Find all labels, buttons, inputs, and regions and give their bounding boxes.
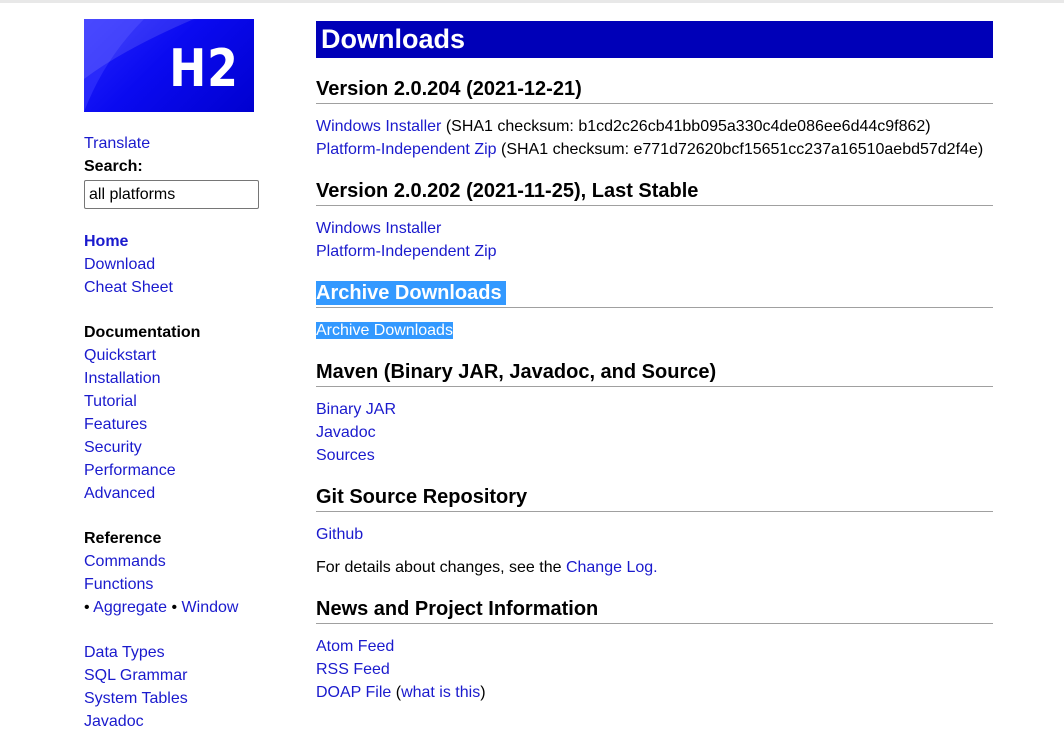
section-maven: Maven (Binary JAR, Javadoc, and Source) …	[316, 360, 993, 467]
top-divider	[0, 0, 1064, 3]
page-title: Downloads	[316, 21, 993, 58]
section-heading: Version 2.0.202 (2021-11-25), Last Stabl…	[316, 179, 993, 206]
nav-quickstart[interactable]: Quickstart	[84, 344, 284, 367]
changelog-paragraph: For details about changes, see the Chang…	[316, 556, 993, 579]
atom-feed-link[interactable]: Atom Feed	[316, 635, 993, 658]
bullet-icon: •	[84, 599, 90, 616]
section-heading: Archive Downloads	[316, 281, 993, 308]
sidebar: H2 Translate Search: Home Download Cheat…	[84, 19, 284, 733]
nav-cheat-sheet[interactable]: Cheat Sheet	[84, 276, 284, 299]
details-text: For details about changes, see the	[316, 559, 562, 576]
platform-zip-link[interactable]: Platform-Independent Zip	[316, 141, 497, 158]
bullet-icon: •	[171, 599, 178, 616]
functions-subnav: • Aggregate • Window	[84, 596, 284, 619]
section-heading: Version 2.0.204 (2021-12-21)	[316, 77, 993, 104]
binary-jar-link[interactable]: Binary JAR	[316, 398, 993, 421]
section-git: Git Source Repository Github For details…	[316, 485, 993, 579]
doap-row: DOAP File (what is this)	[316, 681, 993, 704]
reference-heading: Reference	[84, 530, 162, 547]
rss-feed-link[interactable]: RSS Feed	[316, 658, 993, 681]
nav-download[interactable]: Download	[84, 253, 284, 276]
logo-text: H2	[169, 39, 239, 99]
archive-downloads-link[interactable]: Archive Downloads	[316, 322, 453, 339]
section-heading: Maven (Binary JAR, Javadoc, and Source)	[316, 360, 993, 387]
download-row: Platform-Independent Zip (SHA1 checksum:…	[316, 138, 993, 161]
change-log-link[interactable]: Change Log	[566, 559, 653, 576]
section-archive: Archive Downloads Archive Downloads	[316, 281, 993, 342]
checksum-text: (SHA1 checksum: e771d72620bcf15651cc237a…	[501, 141, 984, 158]
section-news: News and Project Information Atom Feed R…	[316, 597, 993, 704]
windows-installer-link[interactable]: Windows Installer	[316, 118, 441, 135]
paren-text: )	[480, 684, 486, 701]
section-v204: Version 2.0.204 (2021-12-21) Windows Ins…	[316, 77, 993, 161]
period-text: .	[653, 559, 658, 576]
documentation-heading: Documentation	[84, 324, 201, 341]
selected-text: Archive Downloads	[316, 281, 506, 305]
main-content: Downloads Version 2.0.204 (2021-12-21) W…	[316, 21, 993, 704]
nav-javadoc[interactable]: Javadoc	[84, 710, 284, 733]
nav-functions[interactable]: Functions	[84, 573, 284, 596]
checksum-text: (SHA1 checksum: b1cd2c26cb41bb095a330c4d…	[445, 118, 931, 135]
doap-file-link[interactable]: DOAP File	[316, 684, 391, 701]
nav-data-types[interactable]: Data Types	[84, 641, 284, 664]
nav-sql-grammar[interactable]: SQL Grammar	[84, 664, 284, 687]
nav-performance[interactable]: Performance	[84, 459, 284, 482]
nav-window[interactable]: Window	[182, 599, 239, 616]
download-row: Windows Installer (SHA1 checksum: b1cd2c…	[316, 115, 993, 138]
translate-link[interactable]: Translate	[84, 132, 284, 155]
section-heading: News and Project Information	[316, 597, 993, 624]
nav-aggregate[interactable]: Aggregate	[93, 599, 167, 616]
nav-tutorial[interactable]: Tutorial	[84, 390, 284, 413]
section-heading: Git Source Repository	[316, 485, 993, 512]
nav-system-tables[interactable]: System Tables	[84, 687, 284, 710]
javadoc-link[interactable]: Javadoc	[316, 421, 993, 444]
section-v202: Version 2.0.202 (2021-11-25), Last Stabl…	[316, 179, 993, 263]
windows-installer-link[interactable]: Windows Installer	[316, 217, 993, 240]
nav-commands[interactable]: Commands	[84, 550, 284, 573]
nav-installation[interactable]: Installation	[84, 367, 284, 390]
search-label: Search:	[84, 158, 143, 175]
search-input[interactable]	[84, 180, 259, 209]
h2-logo[interactable]: H2	[84, 19, 254, 112]
sources-link[interactable]: Sources	[316, 444, 993, 467]
platform-zip-link[interactable]: Platform-Independent Zip	[316, 240, 993, 263]
nav-advanced[interactable]: Advanced	[84, 482, 284, 505]
nav-features[interactable]: Features	[84, 413, 284, 436]
nav-home[interactable]: Home	[84, 230, 284, 253]
nav-security[interactable]: Security	[84, 436, 284, 459]
github-link[interactable]: Github	[316, 523, 993, 546]
what-is-this-link[interactable]: what is this	[401, 684, 480, 701]
